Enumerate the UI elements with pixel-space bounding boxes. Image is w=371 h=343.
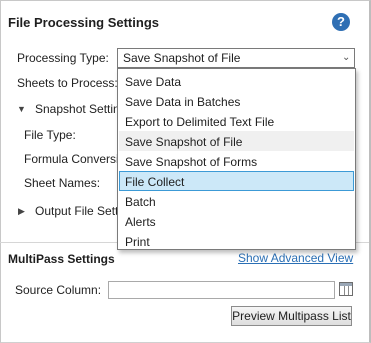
output-file-settings-header[interactable]: Output File Sett xyxy=(35,204,118,218)
panel-title: File Processing Settings xyxy=(8,15,159,30)
show-advanced-view-link[interactable]: Show Advanced View xyxy=(238,251,353,265)
chevron-down-icon[interactable]: ⌄ xyxy=(342,48,350,68)
sheet-names-label: Sheet Names: xyxy=(24,176,101,190)
dropdown-option-save-data-in-batches[interactable]: Save Data in Batches xyxy=(119,91,354,111)
dropdown-option-batch[interactable]: Batch xyxy=(119,191,354,211)
source-column-input[interactable] xyxy=(108,281,335,299)
formula-conversion-label: Formula Conversi xyxy=(24,152,119,166)
source-column-label: Source Column: xyxy=(15,283,102,297)
table-picker-icon[interactable] xyxy=(339,282,353,296)
processing-type-dropdown: Save Data Save Data in Batches Export to… xyxy=(117,68,356,250)
sheets-to-process-label: Sheets to Process: xyxy=(17,76,118,90)
multipass-title: MultiPass Settings xyxy=(8,252,115,266)
preview-multipass-button[interactable]: Preview Multipass List xyxy=(231,306,352,326)
snapshot-settings-header[interactable]: Snapshot Settin xyxy=(35,102,120,116)
dropdown-option-file-collect[interactable]: File Collect xyxy=(119,171,354,191)
processing-type-label: Processing Type: xyxy=(17,51,109,65)
dropdown-option-save-data[interactable]: Save Data xyxy=(119,71,354,91)
processing-type-select[interactable]: Save Snapshot of File xyxy=(117,48,355,68)
dropdown-option-print[interactable]: Print xyxy=(119,231,354,251)
dropdown-option-save-snapshot-file[interactable]: Save Snapshot of File xyxy=(119,131,354,151)
dropdown-option-export-delimited[interactable]: Export to Delimited Text File xyxy=(119,111,354,131)
processing-type-value: Save Snapshot of File xyxy=(123,51,241,65)
file-type-label: File Type: xyxy=(24,128,76,142)
expander-chevron-icon[interactable]: ▶ xyxy=(18,206,25,217)
help-icon[interactable]: ? xyxy=(332,13,350,31)
dropdown-option-save-snapshot-forms[interactable]: Save Snapshot of Forms xyxy=(119,151,354,171)
dropdown-option-alerts[interactable]: Alerts xyxy=(119,211,354,231)
expander-chevron-icon[interactable]: ▼ xyxy=(17,104,26,114)
